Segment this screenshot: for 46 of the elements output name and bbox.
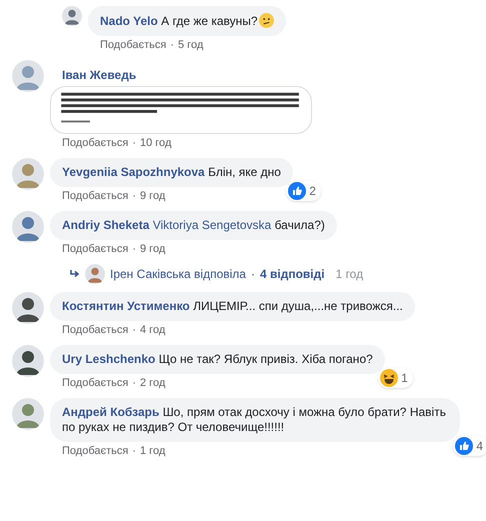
laughing-face-icon — [380, 369, 398, 387]
avatar[interactable] — [12, 345, 44, 377]
thumbs-up-icon — [455, 437, 474, 455]
author-name[interactable]: Іван Жеведь — [62, 66, 312, 84]
comment-text: Костянтин Устименко ЛИЦЕМІР... спи душа,...не тривожся... — [62, 299, 403, 314]
comment-time[interactable]: 1 год — [140, 445, 166, 458]
like-link[interactable]: Подобається — [62, 243, 128, 256]
replies-count[interactable]: 4 відповіді — [260, 265, 325, 283]
thumbs-up-icon — [288, 182, 306, 200]
replies-author[interactable]: Ірен Саківська відповіла — [110, 265, 246, 283]
like-link[interactable]: Подобається — [62, 137, 128, 150]
separator-dot: · — [132, 190, 136, 203]
reaction-badge[interactable]: 1 — [378, 368, 413, 388]
avatar[interactable] — [62, 6, 82, 26]
separator-dot: · — [132, 137, 136, 150]
separator-dot: · — [170, 39, 174, 52]
comment-text: Yevgeniia Sapozhnykova Блін, яке дно — [62, 165, 281, 180]
comment-time[interactable]: 9 год — [140, 190, 166, 203]
reaction-count: 2 — [309, 184, 316, 198]
comment-time[interactable]: 4 год — [140, 324, 166, 337]
avatar[interactable] — [12, 211, 44, 243]
comment-time[interactable]: 5 год — [178, 39, 204, 52]
comment-time[interactable]: 2 год — [140, 377, 166, 390]
reaction-count: 4 — [476, 438, 483, 454]
separator-dot: · — [132, 324, 136, 337]
comment-text: Андрей Кобзарь Шо, прям отак досхочу і можна було брати? Навіть по руках не пиздив? От человечище!!!!!! — [62, 405, 447, 435]
comment-text: Andriy Sheketa Viktoriya Sengetovska бачила?) — [62, 218, 325, 233]
like-link[interactable]: Подобається — [62, 324, 128, 337]
comment-time[interactable]: 10 год — [140, 137, 172, 150]
like-link[interactable]: Подобається — [62, 190, 128, 203]
separator-dot: · — [250, 266, 255, 283]
comment-text: Ury Leshchenko Що не так? Яблук привіз. Хіба погано? — [62, 352, 373, 367]
separator-dot: · — [132, 445, 136, 458]
reaction-badge[interactable]: 2 — [286, 181, 321, 201]
separator-dot: · — [132, 377, 136, 390]
reaction-badge[interactable]: 4 — [453, 436, 486, 456]
comment-time[interactable]: 9 год — [140, 243, 166, 256]
like-link[interactable]: Подобається — [62, 445, 128, 458]
separator-dot: · — [132, 243, 136, 256]
comment-text: Nado Yelo А где же кавуны? — [100, 13, 274, 29]
avatar[interactable] — [12, 292, 44, 324]
like-link[interactable]: Подобається — [62, 377, 128, 390]
reaction-count: 1 — [401, 370, 408, 386]
reply-arrow-icon — [70, 270, 80, 278]
like-link[interactable]: Подобається — [100, 39, 166, 52]
replies-time: 1 год — [336, 266, 364, 283]
